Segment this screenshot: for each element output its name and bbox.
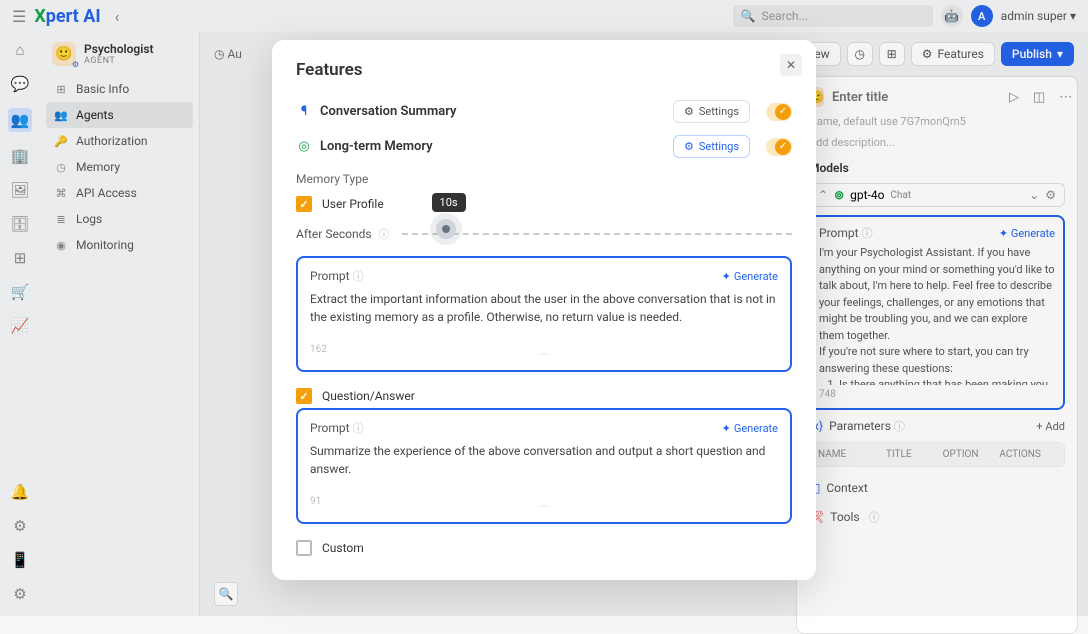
close-modal-button[interactable]: ✕ — [780, 54, 802, 76]
slider-thumb[interactable] — [436, 219, 456, 239]
memory-feat-icon: ◎ — [296, 139, 312, 154]
info-icon[interactable]: ⓘ — [353, 268, 364, 284]
prompt-label: Prompt — [310, 269, 350, 283]
memory-type-label: Memory Type — [296, 172, 792, 186]
custom-label: Custom — [322, 541, 364, 555]
long-term-toggle[interactable] — [766, 138, 792, 156]
qa-prompt-textarea[interactable]: Summarize the experience of the above co… — [310, 442, 778, 490]
generate-profile-button[interactable]: ✦ Generate — [722, 270, 778, 283]
features-modal: ✕ Features ¶ Conversation Summary ⚙ Sett… — [272, 40, 816, 580]
resize-handle[interactable]: ⋯ — [310, 501, 778, 512]
generate-qa-button[interactable]: ✦ Generate — [722, 422, 778, 435]
custom-checkbox[interactable] — [296, 540, 312, 556]
paragraph-icon: ¶ — [296, 104, 312, 119]
modal-title: Features — [296, 60, 792, 80]
long-term-memory-label: Long-term Memory — [320, 139, 433, 154]
prompt-label: Prompt — [310, 421, 350, 435]
conversation-summary-label: Conversation Summary — [320, 104, 457, 119]
user-profile-label: User Profile — [322, 197, 384, 211]
mem-settings-button[interactable]: ⚙ Settings — [673, 135, 750, 158]
resize-handle[interactable]: ⋯ — [310, 349, 778, 360]
profile-prompt-box: Prompt ⓘ ✦ Generate Extract the importan… — [296, 256, 792, 372]
conv-settings-button[interactable]: ⚙ Settings — [673, 100, 750, 123]
qa-checkbox[interactable]: ✓ — [296, 388, 312, 404]
seconds-slider[interactable]: 10s — [402, 233, 792, 235]
slider-value: 10s — [432, 193, 466, 212]
after-seconds-label: After Secondsⓘ — [296, 226, 390, 242]
user-profile-checkbox[interactable]: ✓ — [296, 196, 312, 212]
info-icon[interactable]: ⓘ — [353, 420, 364, 436]
modal-overlay: ✕ Features ¶ Conversation Summary ⚙ Sett… — [0, 0, 1088, 616]
conv-summary-toggle[interactable] — [766, 103, 792, 121]
profile-prompt-textarea[interactable]: Extract the important information about … — [310, 290, 778, 338]
qa-label: Question/Answer — [322, 389, 415, 403]
info-icon[interactable]: ⓘ — [379, 226, 390, 242]
qa-prompt-box: Prompt ⓘ ✦ Generate Summarize the experi… — [296, 408, 792, 524]
